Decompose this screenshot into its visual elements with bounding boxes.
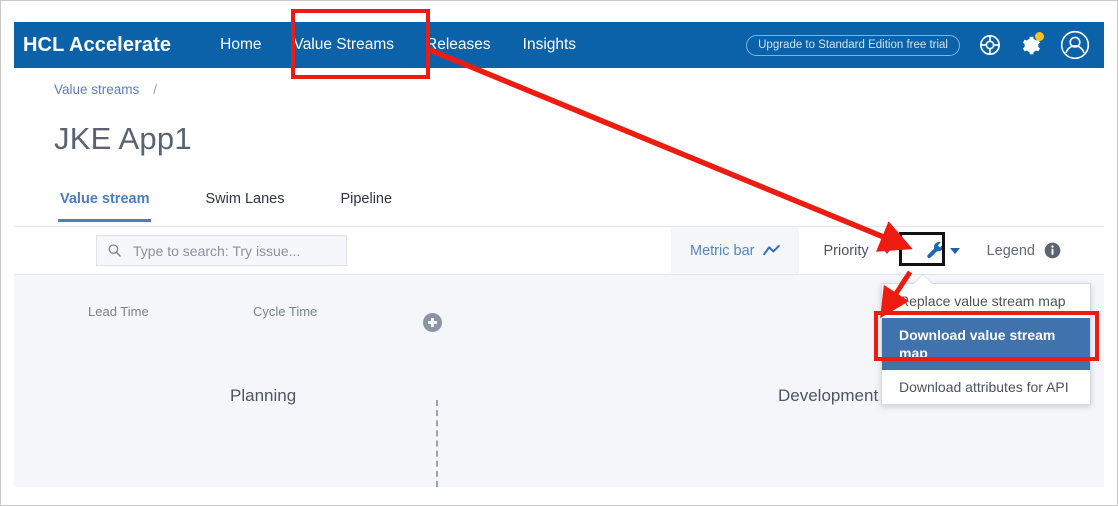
app-root: HCL Accelerate Home Value Streams Releas… xyxy=(0,0,1118,506)
legend-button[interactable]: Legend xyxy=(987,242,1061,259)
search-placeholder: Type to search: Try issue... xyxy=(133,242,301,259)
legend-label: Legend xyxy=(986,242,1035,259)
chevron-down-icon xyxy=(881,247,892,254)
info-icon xyxy=(1044,242,1061,259)
toolbar: Type to search: Try issue... Metric bar … xyxy=(14,227,1104,275)
tab-swim-lanes[interactable]: Swim Lanes xyxy=(203,188,286,219)
stage-development[interactable]: Development xyxy=(778,386,878,406)
lead-time-label: Lead Time xyxy=(88,304,149,319)
search-input[interactable]: Type to search: Try issue... xyxy=(96,235,347,266)
lifebuoy-icon[interactable] xyxy=(979,34,1001,56)
primary-nav: Home Value Streams Releases Insights xyxy=(204,22,592,68)
nav-home[interactable]: Home xyxy=(204,22,277,68)
nav-insights[interactable]: Insights xyxy=(507,22,592,68)
toolbar-right-group: Metric bar Priority Legend xyxy=(671,227,1061,274)
upgrade-button[interactable]: Upgrade to Standard Edition free trial xyxy=(746,34,960,56)
tab-bar: Value stream Swim Lanes Pipeline xyxy=(14,186,1104,227)
breadcrumb: Value streams / xyxy=(54,82,157,97)
breadcrumb-separator: / xyxy=(153,82,158,97)
page-title: JKE App1 xyxy=(54,121,192,156)
chevron-up-icon xyxy=(763,245,781,256)
priority-dropdown-button[interactable]: Priority xyxy=(799,227,908,274)
priority-label: Priority xyxy=(823,242,869,259)
notification-badge xyxy=(1035,31,1044,41)
cycle-time-label: Cycle Time xyxy=(253,304,318,319)
wrench-dropdown-menu: Replace value stream map Download value … xyxy=(881,283,1091,405)
stage-planning[interactable]: Planning xyxy=(230,386,296,406)
nav-releases[interactable]: Releases xyxy=(410,22,507,68)
stage-divider xyxy=(436,400,438,487)
menu-download-value-stream-map[interactable]: Download value stream map xyxy=(882,318,1090,370)
wrench-menu-button[interactable] xyxy=(921,236,965,266)
metric-bar-button[interactable]: Metric bar xyxy=(671,227,800,274)
menu-replace-value-stream-map[interactable]: Replace value stream map xyxy=(882,284,1090,318)
wrench-icon xyxy=(925,240,946,261)
nav-value-streams[interactable]: Value Streams xyxy=(278,22,411,68)
search-icon xyxy=(107,243,122,258)
breadcrumb-value-streams[interactable]: Value streams xyxy=(54,82,139,97)
metric-bar-label: Metric bar xyxy=(690,242,755,259)
wrench-caret-down-icon xyxy=(950,247,961,254)
tab-value-stream[interactable]: Value stream xyxy=(58,188,152,222)
user-avatar-icon[interactable] xyxy=(1060,30,1090,60)
app-brand: HCL Accelerate xyxy=(23,33,172,56)
nav-right-group: Upgrade to Standard Edition free trial xyxy=(746,30,1104,60)
top-navigation-bar: HCL Accelerate Home Value Streams Releas… xyxy=(14,22,1104,68)
gear-icon[interactable] xyxy=(1020,31,1044,56)
menu-download-attributes-for-api[interactable]: Download attributes for API xyxy=(882,370,1090,404)
dropdown-pointer xyxy=(914,275,932,284)
tab-pipeline[interactable]: Pipeline xyxy=(338,188,394,219)
plus-circle-icon[interactable] xyxy=(423,313,442,332)
